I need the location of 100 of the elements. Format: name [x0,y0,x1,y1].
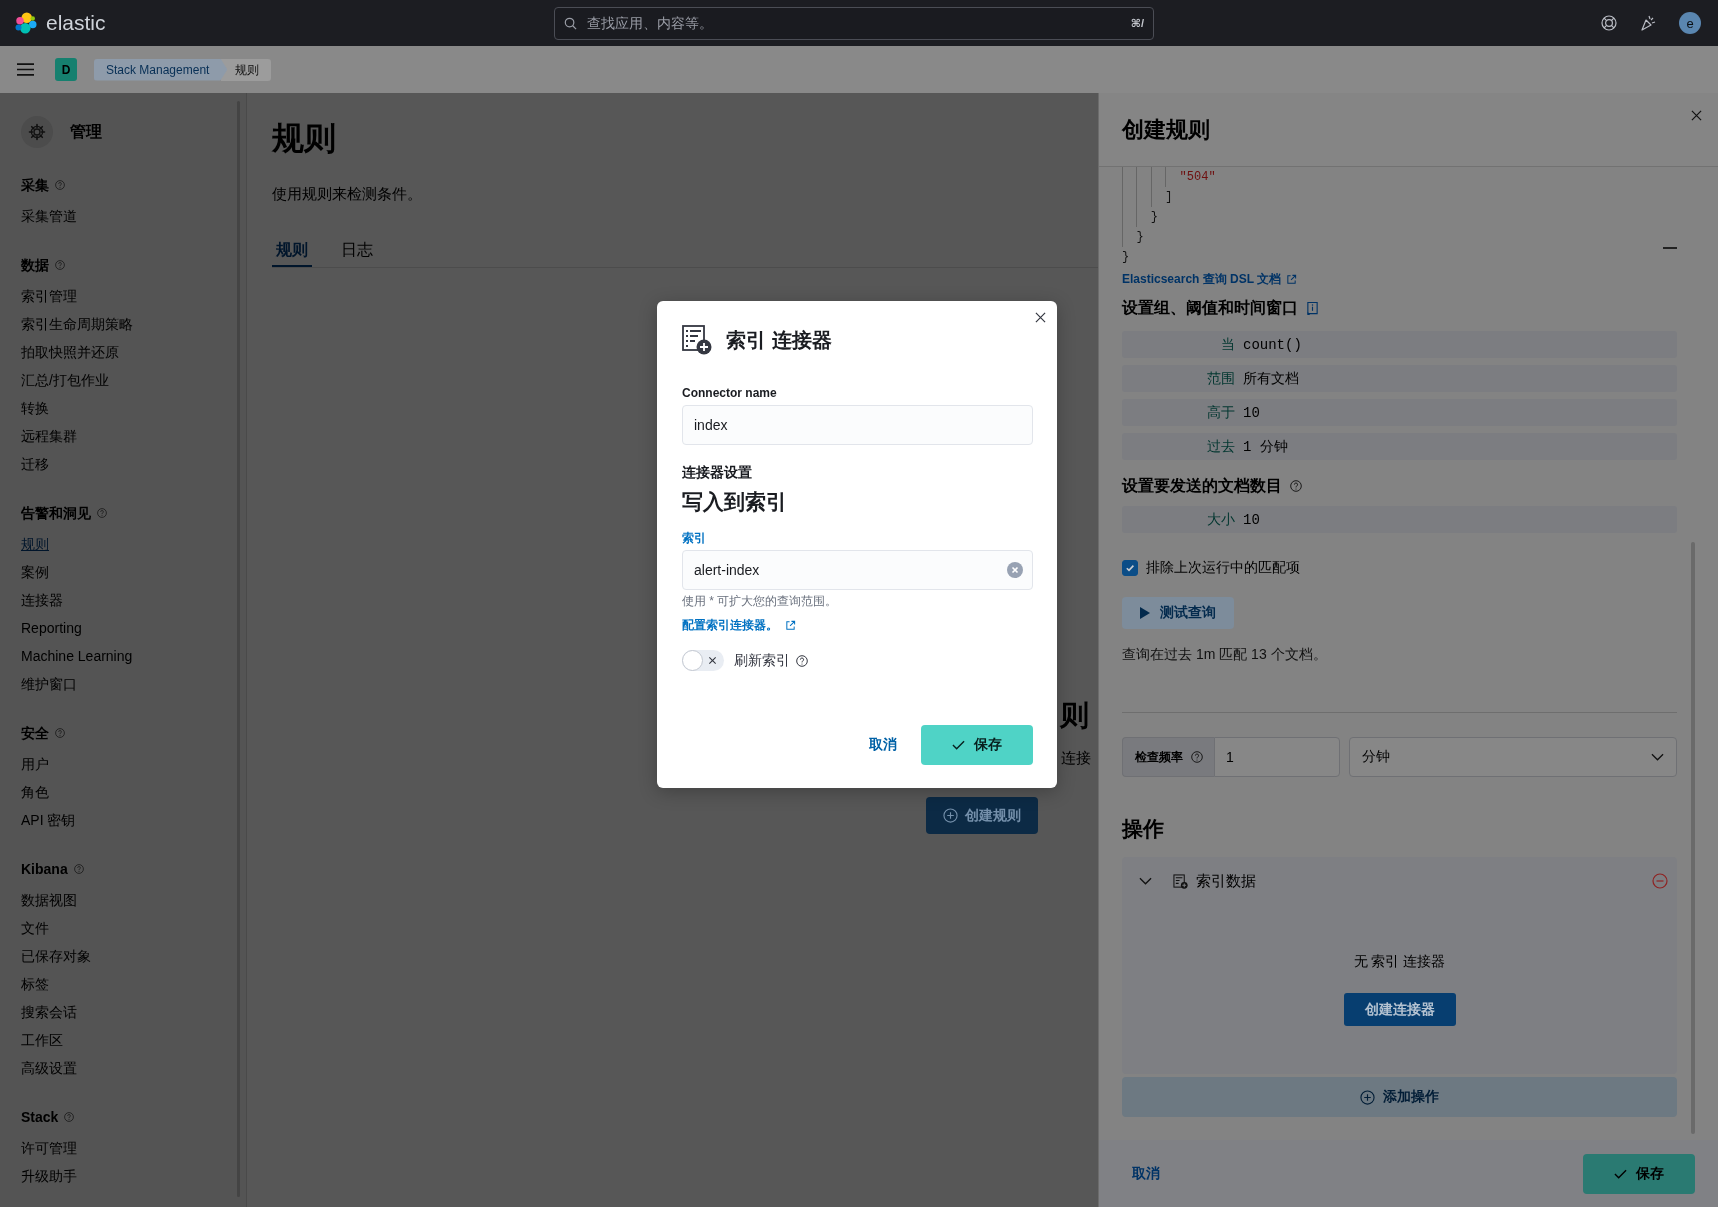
section-title: 写入到索引 [682,489,787,515]
expression-button[interactable]: 过去 1 分钟 [1122,433,1677,460]
docs-link[interactable]: Elasticsearch 查询 DSL 文档 [1122,270,1282,288]
flyout-title: 创建规则 [1122,115,1210,144]
sidebar-item[interactable]: 汇总/打包作业 [21,366,109,394]
section-heading: 数据 [21,256,49,275]
sidebar-item[interactable]: 工作区 [21,1026,63,1054]
prompt-title: 则 [1060,698,1089,732]
user-avatar[interactable]: e [1679,12,1701,34]
external-link-icon[interactable] [1286,273,1298,285]
create-connector-button[interactable]: 创建连接器 [1343,993,1456,1026]
help-icon[interactable] [1191,751,1203,763]
clear-icon[interactable] [1007,562,1023,578]
page-description: 使用规则来检测条件。 [272,184,423,204]
expression-button[interactable]: 高于 10 [1122,399,1677,426]
prompt-text: 连接 [1061,748,1091,768]
sidebar-item[interactable]: 索引管理 [21,282,77,310]
settings-label: 连接器设置 [682,463,752,481]
help-icon[interactable] [796,654,808,667]
sidebar-item[interactable]: 标签 [21,970,49,998]
sidebar-item[interactable]: Machine Learning [21,642,133,670]
cancel-button[interactable]: 取消 [1132,1164,1160,1183]
help-icon[interactable] [1290,480,1302,492]
field-label: Connector name [682,385,777,401]
sidebar-item[interactable]: 高级设置 [21,1054,77,1082]
sidebar-title: 管理 [70,121,102,142]
sidebar-item[interactable]: 规则 [21,530,49,558]
tab[interactable]: 规则 [272,232,312,267]
unit-select[interactable]: 分钟 [1349,737,1677,777]
settings-icon [21,116,53,148]
empty-state-text: 无 索引 连接器 [1353,952,1446,971]
checkbox[interactable] [1122,560,1138,576]
section-heading: 设置组、阈值和时间窗口 [1122,298,1298,318]
interval-input[interactable]: 1 [1214,737,1340,777]
section-heading: 告警和洞见 [21,504,91,523]
sidebar-item[interactable]: 角色 [21,778,49,806]
plus-circle-icon [943,808,958,823]
menu-icon[interactable] [17,63,34,76]
search-icon [564,16,577,30]
sidebar-item[interactable]: Reporting [21,614,82,642]
test-query-button[interactable]: 测试查询 [1122,597,1234,629]
breadcrumb: 规则 [221,58,272,81]
sidebar-item[interactable]: 已保存对象 [21,942,91,970]
play-icon [1140,607,1150,619]
section-heading: 操作 [1122,816,1165,842]
party-popper-icon[interactable] [1640,15,1656,31]
lifebuoy-icon[interactable] [1601,15,1617,31]
index-input[interactable]: alert-index [682,550,1033,590]
save-button[interactable]: 保存 [921,725,1033,765]
resize-handle-icon[interactable] [1663,247,1677,249]
sidebar-item[interactable]: 案例 [21,558,49,586]
sidebar-item[interactable]: 用户 [21,750,49,778]
shortcut-hint: ⌘/ [1130,15,1144,31]
sidebar-item[interactable]: 采集管道 [21,202,77,230]
sidebar-item[interactable]: 转换 [21,394,49,422]
expression-button[interactable]: 大小 10 [1122,506,1677,533]
check-icon [1125,563,1135,573]
sidebar-item[interactable]: 升级助手 [21,1162,77,1190]
sidebar-item[interactable]: 文件 [21,914,49,942]
query-result-text: 查询在过去 1m 匹配 13 个文档。 [1122,645,1328,664]
sidebar-item[interactable]: 迁移 [21,450,49,478]
section-heading: 设置要发送的文档数目 [1122,476,1282,496]
connector-name-input[interactable]: index [682,405,1033,445]
sidebar-item[interactable]: 数据视图 [21,886,77,914]
close-icon[interactable] [1691,110,1702,121]
action-title: 索引数据 [1196,871,1257,891]
sidebar-item[interactable]: 维护窗口 [21,670,77,698]
toggle-switch[interactable] [682,650,724,671]
sidebar-item[interactable]: 远程集群 [21,422,77,450]
sidebar-item[interactable]: 拍取快照并还原 [21,338,119,366]
logo-text[interactable]: elastic [46,11,106,35]
page-title: 规则 [272,120,337,156]
plus-circle-icon [1360,1089,1375,1105]
expression-button[interactable]: 当 count() [1122,331,1677,358]
section-heading: 采集 [21,176,49,195]
save-button[interactable]: 保存 [1583,1153,1695,1194]
close-icon[interactable] [1035,312,1046,323]
external-link-icon[interactable] [785,619,796,631]
sidebar-item[interactable]: 许可管理 [21,1134,77,1162]
create-rule-button[interactable]: 创建规则 [926,797,1038,834]
logo-icon[interactable] [14,11,38,35]
add-action-button[interactable]: 添加操作 [1122,1077,1677,1117]
chevron-icon[interactable] [1139,877,1152,885]
sidebar-item[interactable]: 连接器 [21,586,63,614]
cancel-button[interactable]: 取消 [869,736,897,754]
expression-button[interactable]: 范围 所有文档 [1122,365,1677,392]
field-label: 检查频率 [1135,748,1183,766]
space-avatar[interactable]: D [55,58,77,81]
breadcrumb[interactable]: Stack Management [94,58,228,81]
section-heading: 安全 [21,724,49,743]
chevron-down-icon [1651,753,1664,761]
check-icon [1614,1168,1627,1179]
sidebar-item[interactable]: 搜索会话 [21,998,77,1026]
config-link[interactable]: 配置索引连接器。 [682,616,778,634]
sidebar-item[interactable]: API 密钥 [21,806,76,834]
book-icon[interactable] [1306,300,1319,316]
sidebar-item[interactable]: 索引生命周期策略 [21,310,133,338]
toggle-label: 刷新索引 [734,651,790,670]
minus-circle-icon[interactable] [1652,873,1668,889]
tab[interactable]: 日志 [337,232,377,267]
